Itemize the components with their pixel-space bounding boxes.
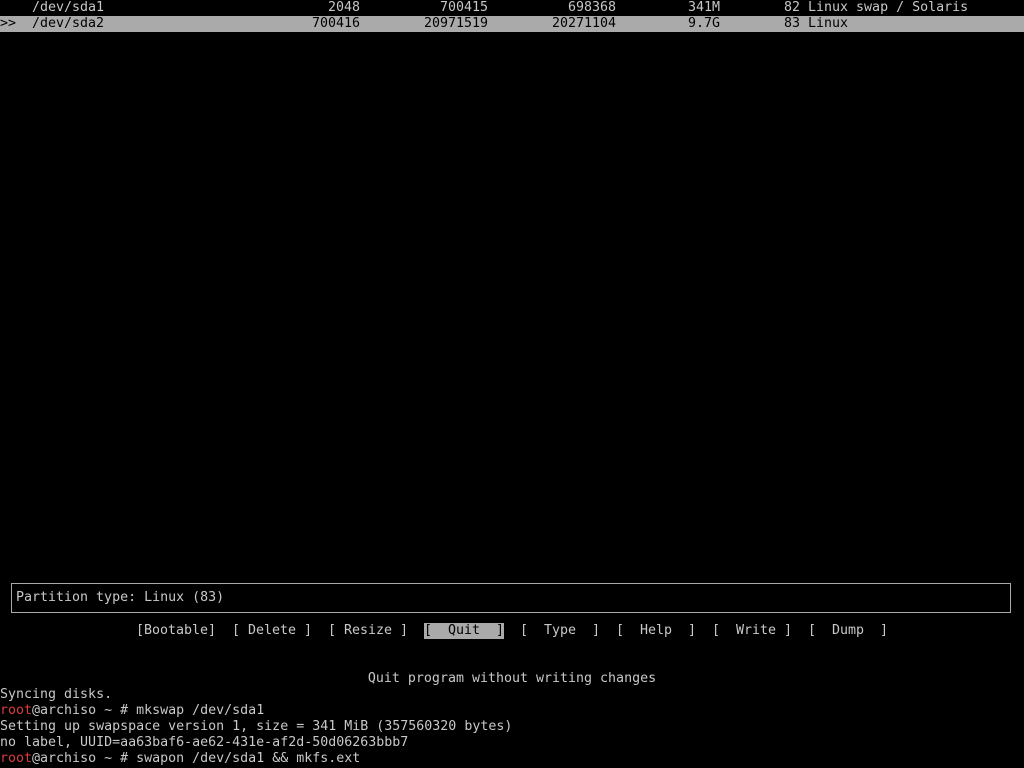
prompt-host: @archiso ~ #: [32, 751, 137, 766]
prompt-user: root: [0, 703, 33, 718]
partition-row[interactable]: /dev/sda1 2048 700415 698368 341M 82 Lin…: [0, 0, 1024, 16]
partition-size: 9.7G: [687, 16, 720, 31]
sector-count: 698368: [567, 0, 616, 15]
action-menu: [Bootable] [ Delete ] [ Resize ] [ Quit …: [0, 623, 1024, 639]
partition-size: 341M: [687, 0, 720, 15]
start-sector: 2048: [327, 0, 360, 15]
terminal-line: no label, UUID=aa63baf6-ae62-431e-af2d-5…: [0, 735, 409, 750]
type-button[interactable]: [ Type ]: [520, 623, 600, 639]
partition-type-info: Partition type: Linux (83): [16, 590, 225, 605]
partition-info-box: Partition type: Linux (83): [11, 583, 1011, 613]
partition-type: 83 Linux: [784, 16, 849, 31]
partition-row-selected[interactable]: >> /dev/sda2 700416 20971519 20271104 9.…: [0, 16, 1024, 32]
start-sector: 700416: [311, 16, 360, 31]
partition-type: 82 Linux swap / Solaris: [784, 0, 969, 15]
command-text: mkswap /dev/sda1: [136, 703, 265, 718]
bootable-button[interactable]: [Bootable]: [136, 623, 216, 639]
end-sector: 20971519: [423, 16, 488, 31]
dump-button[interactable]: [ Dump ]: [808, 623, 888, 639]
resize-button[interactable]: [ Resize ]: [328, 623, 408, 639]
menu-hint: Quit program without writing changes: [367, 671, 657, 686]
row-marker: >>: [0, 16, 17, 31]
device-name: /dev/sda1: [32, 0, 105, 15]
device-name: /dev/sda2: [32, 16, 105, 31]
end-sector: 700415: [439, 0, 488, 15]
sector-count: 20271104: [551, 16, 616, 31]
terminal-line: Syncing disks.: [0, 687, 113, 702]
write-button[interactable]: [ Write ]: [712, 623, 792, 639]
help-button[interactable]: [ Help ]: [616, 623, 696, 639]
prompt-user: root: [0, 751, 33, 766]
terminal-prompt-line[interactable]: root@archiso ~ # swapon /dev/sda1 && mkf…: [0, 751, 360, 767]
terminal-prompt-line: root@archiso ~ # mkswap /dev/sda1: [0, 703, 264, 719]
quit-button[interactable]: [ Quit ]: [424, 623, 505, 639]
delete-button[interactable]: [ Delete ]: [232, 623, 312, 639]
command-input[interactable]: swapon /dev/sda1 && mkfs.ext: [136, 751, 360, 766]
terminal-line: Setting up swapspace version 1, size = 3…: [0, 719, 513, 734]
prompt-host: @archiso ~ #: [32, 703, 137, 718]
